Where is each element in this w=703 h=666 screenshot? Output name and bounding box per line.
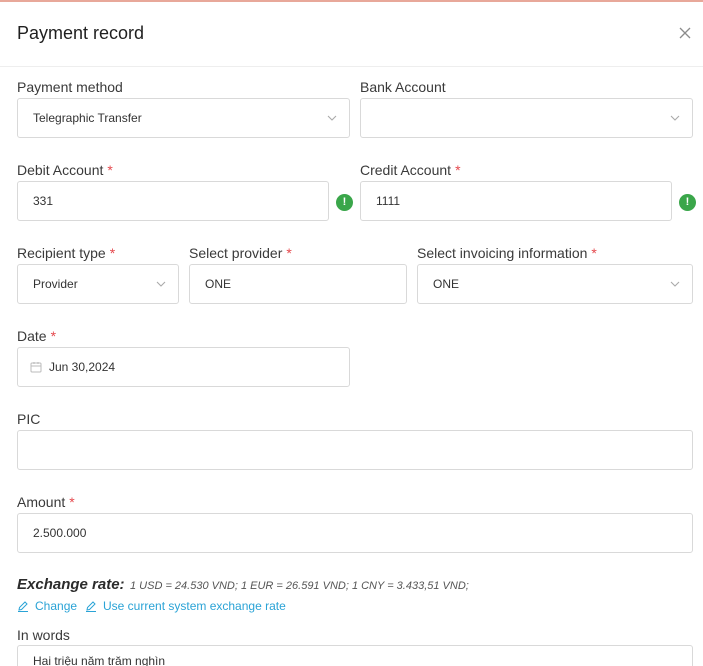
dialog-header: Payment record [0,2,703,67]
recipient-type-label: Recipient type * [17,245,116,261]
warning-icon: ! [336,194,353,211]
invoicing-label: Select invoicing information * [417,245,597,261]
required-marker: * [69,494,75,510]
debit-account-label: Debit Account * [17,162,113,178]
chevron-down-icon [327,115,337,121]
edit-icon [86,601,96,612]
recipient-type-select[interactable]: Provider [17,264,179,304]
required-marker: * [286,245,292,261]
in-words-input[interactable]: Hai triệu năm trăm nghìn [17,645,693,666]
chevron-down-icon [670,115,680,121]
required-marker: * [455,162,461,178]
payment-method-label: Payment method [17,79,123,95]
in-words-label: In words [17,627,70,643]
chevron-down-icon [670,281,680,287]
required-marker: * [50,328,57,344]
chevron-down-icon [156,281,166,287]
bank-account-select[interactable] [360,98,693,138]
edit-icon [18,601,28,612]
exchange-rate-title: Exchange rate: [17,576,125,593]
debit-account-input[interactable]: 331 [17,181,329,221]
required-marker: * [591,245,597,261]
amount-input[interactable]: 2.500.000 [17,513,693,553]
date-picker[interactable]: Jun 30,2024 [17,347,350,387]
close-icon[interactable] [677,25,693,41]
provider-label: Select provider * [189,245,292,261]
required-marker: * [109,245,116,261]
date-label: Date * [17,328,57,344]
calendar-icon [30,362,42,373]
dialog-title: Payment record [17,23,145,43]
invoicing-select[interactable]: ONE [417,264,693,304]
pic-label: PIC [17,411,41,427]
credit-account-label: Credit Account * [360,162,461,178]
amount-label: Amount * [17,494,75,510]
required-marker: * [107,162,113,178]
exchange-rate-values: 1 USD = 24.530 VND; 1 EUR = 26.591 VND; … [130,580,469,592]
credit-account-input[interactable]: 1111 [360,181,672,221]
payment-method-select[interactable]: Telegraphic Transfer [17,98,350,138]
warning-icon: ! [679,194,696,211]
pic-input[interactable] [17,430,693,470]
provider-input[interactable]: ONE [189,264,407,304]
bank-account-label: Bank Account [360,79,446,95]
